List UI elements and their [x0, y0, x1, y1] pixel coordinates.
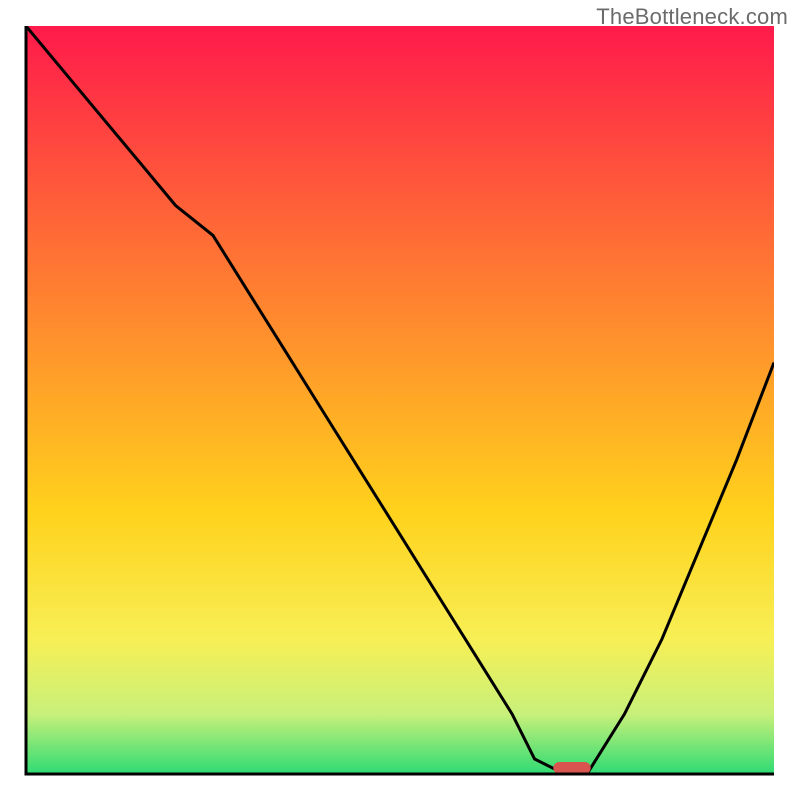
chart-container: TheBottleneck.com [0, 0, 800, 800]
bottleneck-chart [0, 0, 800, 800]
optimal-marker [553, 762, 590, 774]
gradient-background [26, 26, 774, 774]
